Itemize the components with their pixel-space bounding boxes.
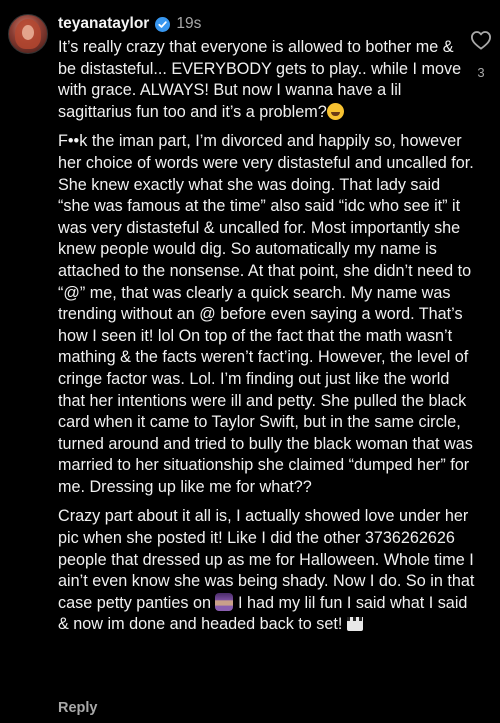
- comment-paragraph-1: It’s really crazy that everyone is allow…: [58, 37, 476, 123]
- paragraph-1-text: It’s really crazy that everyone is allow…: [58, 38, 462, 121]
- comment: teyanataylor 19s It’s really crazy that …: [0, 0, 500, 723]
- comment-header: teyanataylor 19s: [58, 15, 201, 33]
- reply-button[interactable]: Reply: [58, 700, 98, 716]
- comment-body: It’s really crazy that everyone is allow…: [58, 37, 476, 644]
- woman-shrugging-emoji-icon: [215, 592, 234, 611]
- timestamp: 19s: [176, 15, 202, 32]
- avatar-face: [22, 25, 34, 40]
- clapper-board-emoji-icon: [346, 617, 363, 632]
- comment-paragraph-3: Crazy part about it all is, I actually s…: [58, 506, 476, 636]
- verified-icon: [155, 16, 171, 32]
- username[interactable]: teyanataylor: [58, 15, 149, 33]
- like-control: 3: [469, 30, 493, 80]
- paragraph-2-text: F••k the iman part, I’m divorced and hap…: [58, 132, 474, 496]
- heart-icon[interactable]: [470, 31, 492, 54]
- like-count: 3: [477, 65, 485, 80]
- comment-paragraph-2: F••k the iman part, I’m divorced and hap…: [58, 131, 476, 498]
- laughing-emoji-icon: [326, 102, 344, 120]
- avatar[interactable]: [8, 14, 48, 54]
